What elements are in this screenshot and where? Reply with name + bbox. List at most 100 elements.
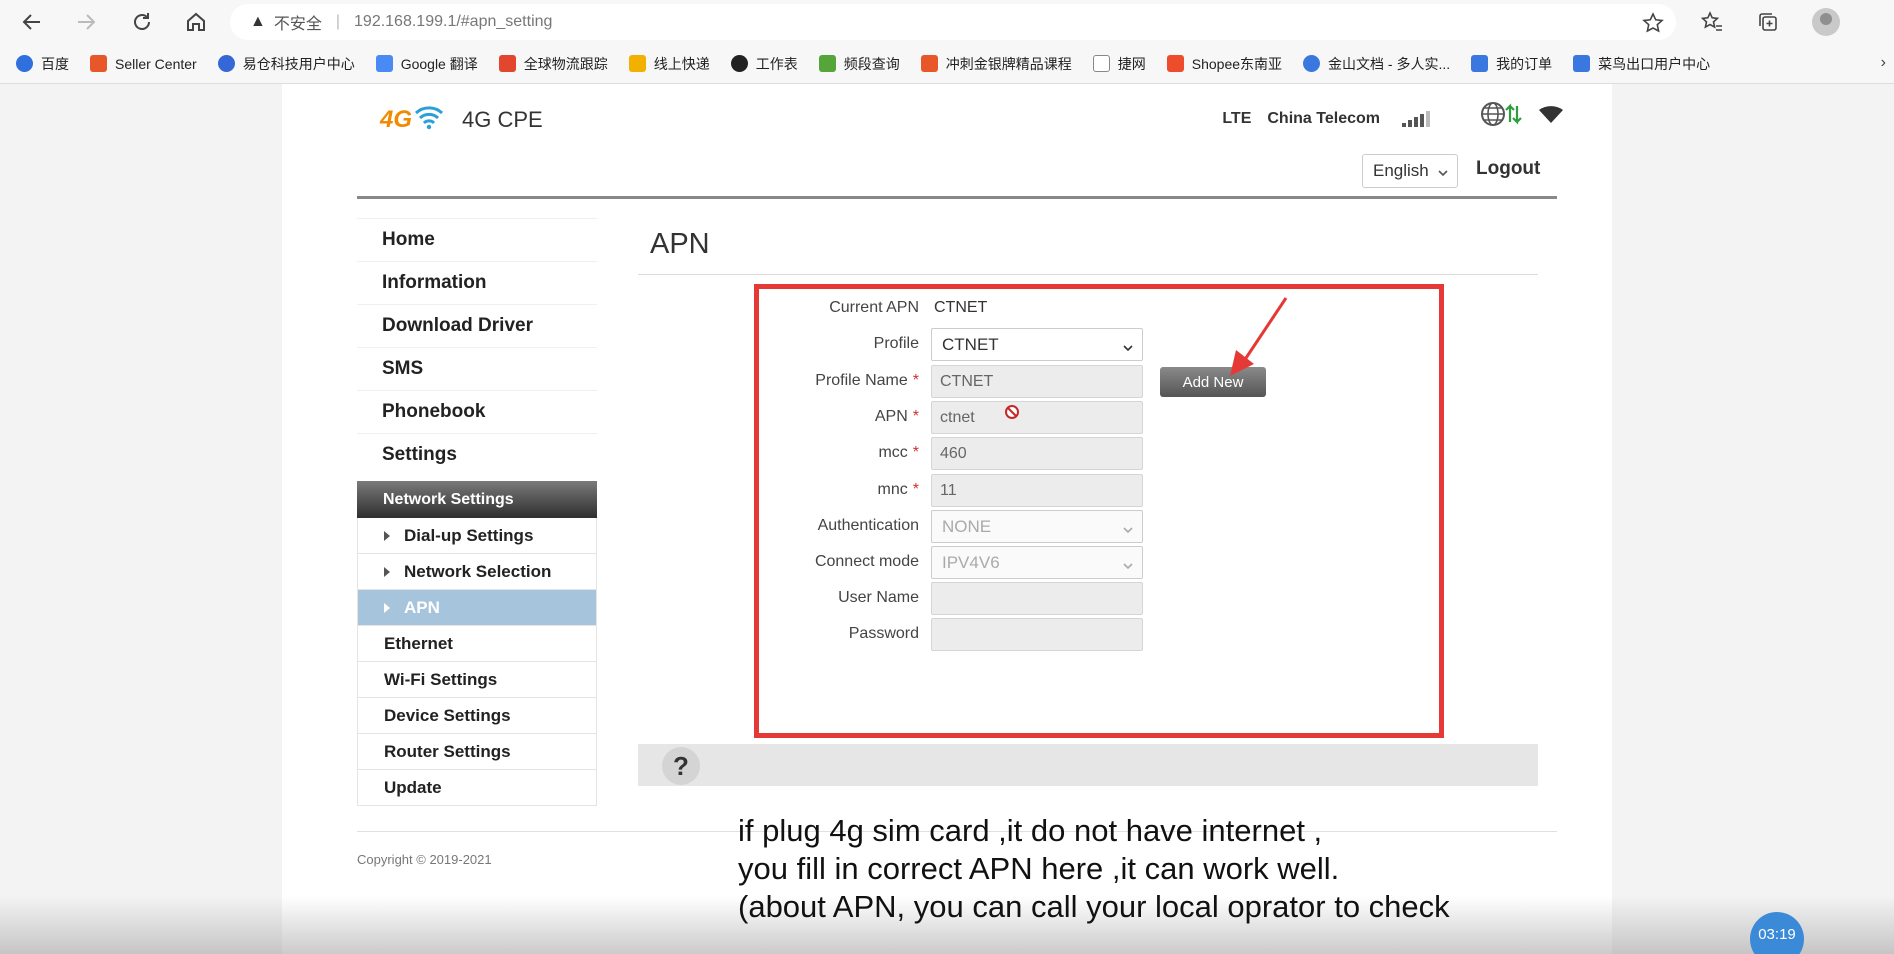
bookmark-item[interactable]: 百度 (16, 54, 69, 74)
sidebar-item-information[interactable]: Information (357, 261, 597, 304)
page-title: APN (650, 228, 710, 260)
page-icon (1092, 55, 1110, 72)
header-divider (357, 196, 1557, 199)
forward-icon[interactable] (72, 8, 100, 36)
chevron-right-icon[interactable]: › (1881, 54, 1886, 72)
yicang-icon (217, 55, 235, 72)
status-area: LTE China Telecom (1222, 110, 1462, 128)
shopee-icon (1166, 55, 1184, 72)
bookmark-item[interactable]: 频段查询 (818, 54, 900, 74)
help-button[interactable]: ? (662, 747, 700, 785)
caret-right-icon (384, 602, 390, 613)
bookmark-label: 百度 (41, 55, 69, 72)
subtitle-line: (about APN, you can call your local opra… (738, 889, 1450, 924)
sidebar-item-settings[interactable]: Settings (357, 433, 597, 476)
bookmark-item[interactable]: 线上快递 (628, 54, 710, 74)
address-separator: | (335, 13, 341, 30)
bookmark-item[interactable]: 金山文档 - 多人实... (1303, 54, 1450, 74)
sidebar-item-phonebook[interactable]: Phonebook (357, 390, 597, 433)
bookmark-item[interactable]: 工作表 (730, 54, 798, 74)
orders-icon (1471, 55, 1489, 72)
not-allowed-cursor-icon (1004, 404, 1020, 425)
bookmark-item[interactable]: 菜鸟出口用户中心 (1573, 54, 1710, 74)
subtitle-line: you fill in correct APN here ,it can wor… (738, 851, 1340, 886)
sidebar-item-label: APN (404, 597, 440, 617)
sidebar-item-device-settings[interactable]: Device Settings (357, 698, 597, 734)
browser-toolbar: ▲ 不安全 | 192.168.199.1/#apn_setting (0, 0, 1894, 44)
wifi-status-icon (1538, 106, 1564, 131)
sidebar-item-dialup-settings[interactable]: Dial-up Settings (357, 518, 597, 554)
bookmark-item[interactable]: Seller Center (90, 55, 197, 72)
red-arrow-icon (1220, 296, 1290, 385)
sidebar-item-apn[interactable]: APN (357, 590, 597, 626)
title-divider (638, 274, 1538, 275)
sidebar-item-update[interactable]: Update (357, 770, 597, 806)
sidebar-section-network-settings[interactable]: Network Settings (357, 481, 597, 518)
brand-logo: 4G 4G CPE (380, 104, 543, 135)
highlight-box (754, 284, 1444, 738)
sidebar-item-router-settings[interactable]: Router Settings (357, 734, 597, 770)
bookmark-label: 易仓科技用户中心 (242, 55, 355, 72)
sidebar-item-home[interactable]: Home (357, 218, 597, 261)
profile-avatar[interactable] (1812, 8, 1840, 36)
caret-right-icon (384, 530, 390, 541)
bookmark-label: 冲刺金银牌精品课程 (945, 55, 1072, 72)
sidebar-item-sms[interactable]: SMS (357, 347, 597, 390)
url-text[interactable]: 192.168.199.1/#apn_setting (354, 13, 552, 31)
bookmark-item[interactable]: 我的订单 (1471, 54, 1552, 74)
bookmark-label: 工作表 (755, 55, 798, 72)
sidebar-item-ethernet[interactable]: Ethernet (357, 626, 597, 662)
bookmark-item[interactable]: 易仓科技用户中心 (217, 54, 355, 74)
google-translate-icon (375, 55, 393, 72)
bookmark-label: Shopee东南亚 (1191, 55, 1283, 72)
bookmark-item[interactable]: 捷网 (1092, 54, 1146, 74)
chevron-down-icon (1437, 164, 1449, 184)
sidebar-item-wifi-settings[interactable]: Wi-Fi Settings (357, 662, 597, 698)
bookmark-item[interactable]: 冲刺金银牌精品课程 (920, 54, 1072, 74)
kdocs-icon (1303, 55, 1321, 72)
bookmark-label: 捷网 (1117, 55, 1146, 72)
home-icon[interactable] (182, 8, 210, 36)
operator-name: China Telecom (1267, 110, 1380, 127)
security-label: 不安全 (273, 16, 322, 33)
bookmark-label: 频段查询 (843, 55, 900, 72)
bookmark-item[interactable]: Shopee东南亚 (1166, 54, 1283, 74)
logout-link[interactable]: Logout (1476, 158, 1540, 180)
reload-icon[interactable] (128, 8, 156, 36)
favorite-add-icon[interactable] (1642, 12, 1664, 39)
bookmark-label: 线上快递 (653, 55, 710, 72)
bookmarks-bar: 百度 Seller Center 易仓科技用户中心 Google 翻译 全球物流… (0, 44, 1894, 84)
subtitle-line: if plug 4g sim card ,it do not have inte… (738, 813, 1323, 848)
internet-globe-icon (1480, 100, 1522, 135)
address-bar[interactable]: ▲ 不安全 | 192.168.199.1/#apn_setting (230, 4, 1676, 40)
network-type: LTE (1222, 110, 1252, 127)
language-select[interactable]: English (1362, 154, 1458, 188)
bookmark-label: Google 翻译 (400, 55, 478, 72)
language-value: English (1373, 161, 1429, 180)
signal-strength-icon (1402, 111, 1432, 127)
collections-icon[interactable] (1754, 8, 1782, 36)
favorites-icon[interactable] (1698, 8, 1726, 36)
sidebar-item-label: Dial-up Settings (404, 525, 534, 545)
sidebar-item-network-selection[interactable]: Network Selection (357, 554, 597, 590)
worksheet-icon (730, 55, 748, 72)
sidebar-item-download-driver[interactable]: Download Driver (357, 304, 597, 347)
bookmark-label: 全球物流跟踪 (523, 55, 608, 72)
band-query-icon (818, 55, 836, 72)
seller-center-icon (90, 55, 107, 72)
warning-icon[interactable]: ▲ (250, 13, 266, 31)
sidebar-item-label: Network Selection (404, 561, 552, 581)
video-subtitle: if plug 4g sim card ,it do not have inte… (738, 812, 1450, 926)
product-name: 4G CPE (462, 106, 543, 132)
copyright: Copyright © 2019-2021 (357, 852, 492, 867)
bookmark-item[interactable]: 全球物流跟踪 (498, 54, 608, 74)
bookmark-label: 金山文档 - 多人实... (1328, 55, 1451, 72)
express-icon (628, 55, 646, 72)
bookmark-label: 菜鸟出口用户中心 (1598, 55, 1711, 72)
baidu-icon (16, 55, 33, 72)
help-bar: ? (638, 744, 1538, 786)
back-icon[interactable] (18, 8, 46, 36)
course-icon (920, 55, 938, 72)
wifi-logo-icon (414, 104, 444, 135)
bookmark-item[interactable]: Google 翻译 (375, 54, 478, 74)
